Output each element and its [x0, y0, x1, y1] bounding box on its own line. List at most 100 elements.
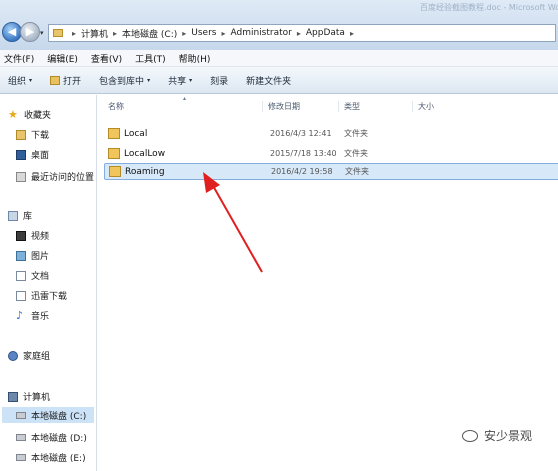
menu-edit[interactable]: 编辑(E): [47, 52, 78, 65]
pictures-icon: [16, 250, 26, 261]
hard-drive-icon: [16, 411, 26, 419]
chevron-down-icon: ▾: [29, 76, 33, 84]
sidebar-item-pictures[interactable]: 图片: [16, 249, 49, 262]
organize-button[interactable]: 组织 ▾: [8, 74, 32, 87]
back-arrow-icon[interactable]: ◀: [2, 22, 22, 42]
explorer-window: 百度经验截图教程.doc - Microsoft Word ◀ ▶ ▾ ▸ 计算…: [0, 0, 558, 471]
crumb-separator-icon[interactable]: ▸: [221, 29, 225, 38]
sidebar-item-label: 本地磁盘 (C:): [31, 411, 87, 422]
menu-help[interactable]: 帮助(H): [179, 52, 211, 65]
crumb-separator-icon[interactable]: ▸: [72, 29, 76, 38]
menu-tools[interactable]: 工具(T): [135, 52, 166, 65]
column-header-type[interactable]: 类型: [344, 101, 360, 112]
breadcrumb-users[interactable]: Users: [191, 28, 216, 38]
library-icon: [8, 210, 18, 221]
open-label: 打开: [63, 76, 82, 87]
file-name: Roaming: [125, 166, 165, 177]
title-bar: 百度经验截图教程.doc - Microsoft Word ◀ ▶ ▾ ▸ 计算…: [0, 0, 558, 50]
breadcrumb-c-drive[interactable]: 本地磁盘 (C:): [122, 27, 177, 40]
file-modified: 2016/4/3 12:41: [270, 129, 332, 138]
include-in-library-label: 包含到库中: [99, 76, 145, 87]
sidebar-item-label: 视频: [31, 232, 50, 242]
sidebar-item-libraries[interactable]: 库: [8, 209, 32, 222]
breadcrumb-computer[interactable]: 计算机: [81, 27, 108, 40]
address-bar[interactable]: ▸ 计算机 ▸ 本地磁盘 (C:) ▸ Users ▸ Administrato…: [48, 24, 556, 42]
column-header-modified[interactable]: 修改日期: [268, 101, 300, 112]
hard-drive-icon: [16, 454, 26, 461]
sidebar-item-label: 家庭组: [23, 352, 51, 362]
music-note-icon: ♪: [16, 308, 24, 322]
sidebar-item-music[interactable]: ♪ 音乐: [16, 308, 50, 323]
sidebar-item-desktop[interactable]: 桌面: [16, 148, 49, 161]
include-in-library-button[interactable]: 包含到库中 ▾: [99, 74, 150, 87]
file-row[interactable]: LocalLow 2015/7/18 13:40 文件夹: [104, 145, 558, 162]
crumb-separator-icon[interactable]: ▸: [297, 29, 301, 38]
hard-drive-icon: [16, 434, 26, 441]
recent-places-icon: [16, 171, 26, 182]
sidebar-item-label: 本地磁盘 (D:): [31, 434, 87, 444]
history-dropdown-icon[interactable]: ▾: [40, 29, 44, 37]
sidebar-item-downloads[interactable]: 下载: [16, 128, 49, 141]
download-folder-icon: [16, 129, 26, 140]
folder-icon: [109, 166, 121, 177]
sidebar-item-label: 下载: [31, 131, 50, 141]
menu-bar: 文件(F) 编辑(E) 查看(V) 工具(T) 帮助(H): [0, 50, 558, 67]
folder-icon: [108, 128, 120, 139]
organize-label: 组织: [8, 76, 27, 87]
sidebar-item-videos[interactable]: 视频: [16, 229, 49, 242]
crumb-separator-icon[interactable]: ▸: [113, 29, 117, 38]
column-header-name[interactable]: 名称: [108, 101, 124, 112]
open-folder-icon: [50, 75, 61, 85]
window-title: 百度经验截图教程.doc - Microsoft Word: [420, 3, 558, 12]
sort-ascending-icon: ▴: [183, 95, 187, 102]
crumb-separator-icon[interactable]: ▸: [350, 29, 354, 38]
open-button[interactable]: 打开: [50, 74, 81, 87]
sidebar-item-drive-e[interactable]: 本地磁盘 (E:): [16, 451, 86, 464]
column-header-size[interactable]: 大小: [418, 101, 434, 112]
computer-icon: [8, 391, 18, 402]
new-folder-label: 新建文件夹: [246, 76, 292, 87]
menu-file[interactable]: 文件(F): [4, 52, 34, 65]
homegroup-icon: [8, 350, 18, 361]
watermark-text: 安少景观: [484, 429, 533, 443]
wechat-icon: [462, 429, 478, 442]
forward-arrow-icon[interactable]: ▶: [20, 22, 40, 42]
crumb-separator-icon[interactable]: ▸: [182, 29, 186, 38]
sidebar-item-drive-c[interactable]: 本地磁盘 (C:): [2, 407, 94, 423]
burn-button[interactable]: 刻录: [210, 74, 228, 87]
sidebar-item-thunder-downloads[interactable]: 迅雷下载: [16, 289, 67, 302]
file-name: Local: [124, 128, 148, 139]
breadcrumb-administrator[interactable]: Administrator: [230, 28, 291, 38]
sidebar-item-computer[interactable]: 计算机: [8, 390, 50, 403]
file-type: 文件夹: [345, 167, 369, 176]
column-divider[interactable]: [262, 101, 263, 112]
sidebar-item-documents[interactable]: 文档: [16, 269, 49, 282]
sidebar-item-label: 图片: [31, 252, 50, 262]
sidebar-item-favorites[interactable]: ★ 收藏夹: [8, 107, 51, 122]
folder-icon: [108, 148, 120, 159]
sidebar-item-drive-d[interactable]: 本地磁盘 (D:): [16, 431, 87, 444]
star-icon: ★: [8, 107, 18, 121]
download-library-icon: [16, 290, 26, 301]
new-folder-button[interactable]: 新建文件夹: [246, 74, 291, 87]
column-divider[interactable]: [412, 101, 413, 112]
menu-view[interactable]: 查看(V): [91, 52, 122, 65]
file-list: ▴ 名称 修改日期 类型 大小 Local 2016/4/3 12:41 文件夹…: [98, 95, 558, 471]
watermark: 安少景观: [462, 427, 532, 444]
desktop-icon: [16, 149, 26, 160]
sidebar-item-label: 音乐: [31, 312, 50, 322]
breadcrumb-appdata[interactable]: AppData: [306, 28, 345, 38]
address-folder-icon: [53, 29, 63, 37]
file-modified: 2015/7/18 13:40: [270, 149, 337, 158]
file-row[interactable]: Local 2016/4/3 12:41 文件夹: [104, 125, 558, 142]
sidebar-item-label: 桌面: [31, 151, 50, 161]
file-row-selected[interactable]: Roaming 2016/4/2 19:58 文件夹: [104, 163, 558, 180]
chevron-down-icon: ▾: [147, 76, 151, 84]
share-button[interactable]: 共享 ▾: [168, 74, 192, 87]
file-modified: 2016/4/2 19:58: [271, 167, 333, 176]
share-label: 共享: [168, 76, 187, 87]
column-divider[interactable]: [338, 101, 339, 112]
sidebar-item-homegroup[interactable]: 家庭组: [8, 349, 50, 362]
chevron-down-icon: ▾: [189, 76, 193, 84]
sidebar-item-recent-places[interactable]: 最近访问的位置: [16, 170, 94, 183]
